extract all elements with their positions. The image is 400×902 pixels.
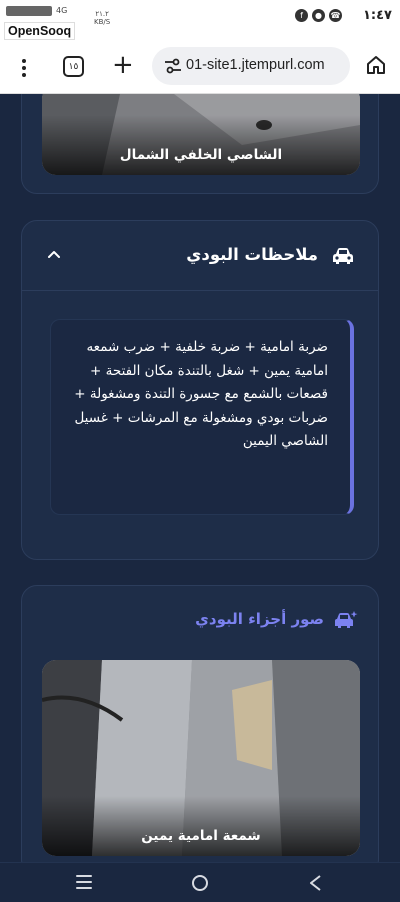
chassis-photo[interactable]: الشاصي الخلفي الشمال (42, 94, 360, 175)
plus-icon[interactable]: + (112, 51, 134, 79)
body-notes-header[interactable]: ملاحظات البودي (22, 221, 378, 291)
more-vert-icon[interactable] (16, 56, 32, 80)
site-settings-icon[interactable] (164, 58, 182, 74)
whatsapp-icon: ☎ (329, 9, 342, 22)
chevron-up-icon[interactable] (46, 247, 62, 263)
body-notes-text: ضربة امامية + ضربة خلفية + ضرب شمعه امام… (74, 339, 328, 449)
photo-card-top: الشاصي الخلفي الشمال (21, 94, 379, 194)
body-notes-box: ضربة امامية + ضربة خلفية + ضرب شمعه امام… (50, 319, 354, 515)
nav-home-icon[interactable] (192, 875, 208, 891)
url-text: 01-site1.jtempurl.com (186, 57, 325, 73)
photo-shade (42, 115, 360, 175)
carrier-label (6, 4, 54, 21)
network-indicator: 4G (56, 6, 67, 15)
status-time: ١:٤٧ (362, 8, 392, 23)
photo-shade (42, 796, 360, 856)
url-bar[interactable]: 01-site1.jtempurl.com (152, 47, 350, 85)
system-nav-bar (0, 862, 400, 902)
status-bar: 4G ٢١.٢ KB/S OpenSooq f ● ☎ ١:٤٧ (0, 0, 400, 44)
home-icon[interactable] (366, 55, 386, 75)
browser-toolbar: ١٥ + 01-site1.jtempurl.com (0, 44, 400, 94)
nav-menu-icon[interactable] (76, 875, 92, 889)
nav-back-icon[interactable] (308, 874, 322, 892)
notification-icons: f ● ☎ (295, 9, 342, 22)
body-notes-card: ملاحظات البودي ضربة امامية + ضربة خلفية … (21, 220, 379, 560)
network-type: 4G (56, 6, 68, 15)
photo-caption: الشاصي الخلفي الشمال (119, 147, 283, 163)
body-notes-title: ملاحظات البودي (186, 245, 318, 264)
body-photos-title: صور أجزاء البودي (195, 610, 324, 628)
car-search-icon (335, 611, 358, 628)
snapchat-icon: ● (312, 9, 325, 22)
opensooq-badge: OpenSooq (4, 22, 76, 40)
tabs-button[interactable]: ١٥ (63, 56, 84, 77)
page-content: الشاصي الخلفي الشمال ملاحظات البودي ضربة… (0, 94, 400, 862)
network-speed: ٢١.٢ KB/S (94, 10, 110, 26)
speed-value: ٢١.٢ (95, 10, 109, 18)
photo-caption: شمعة امامية يمين (141, 828, 261, 844)
front-right-photo[interactable]: شمعة امامية يمين (42, 660, 360, 856)
tab-count: ١٥ (68, 61, 79, 72)
car-icon (333, 248, 353, 264)
body-photos-card: صور أجزاء البودي شمعة امامية يمين (21, 585, 379, 862)
speed-unit: KB/S (94, 18, 111, 26)
facebook-icon: f (295, 9, 308, 22)
